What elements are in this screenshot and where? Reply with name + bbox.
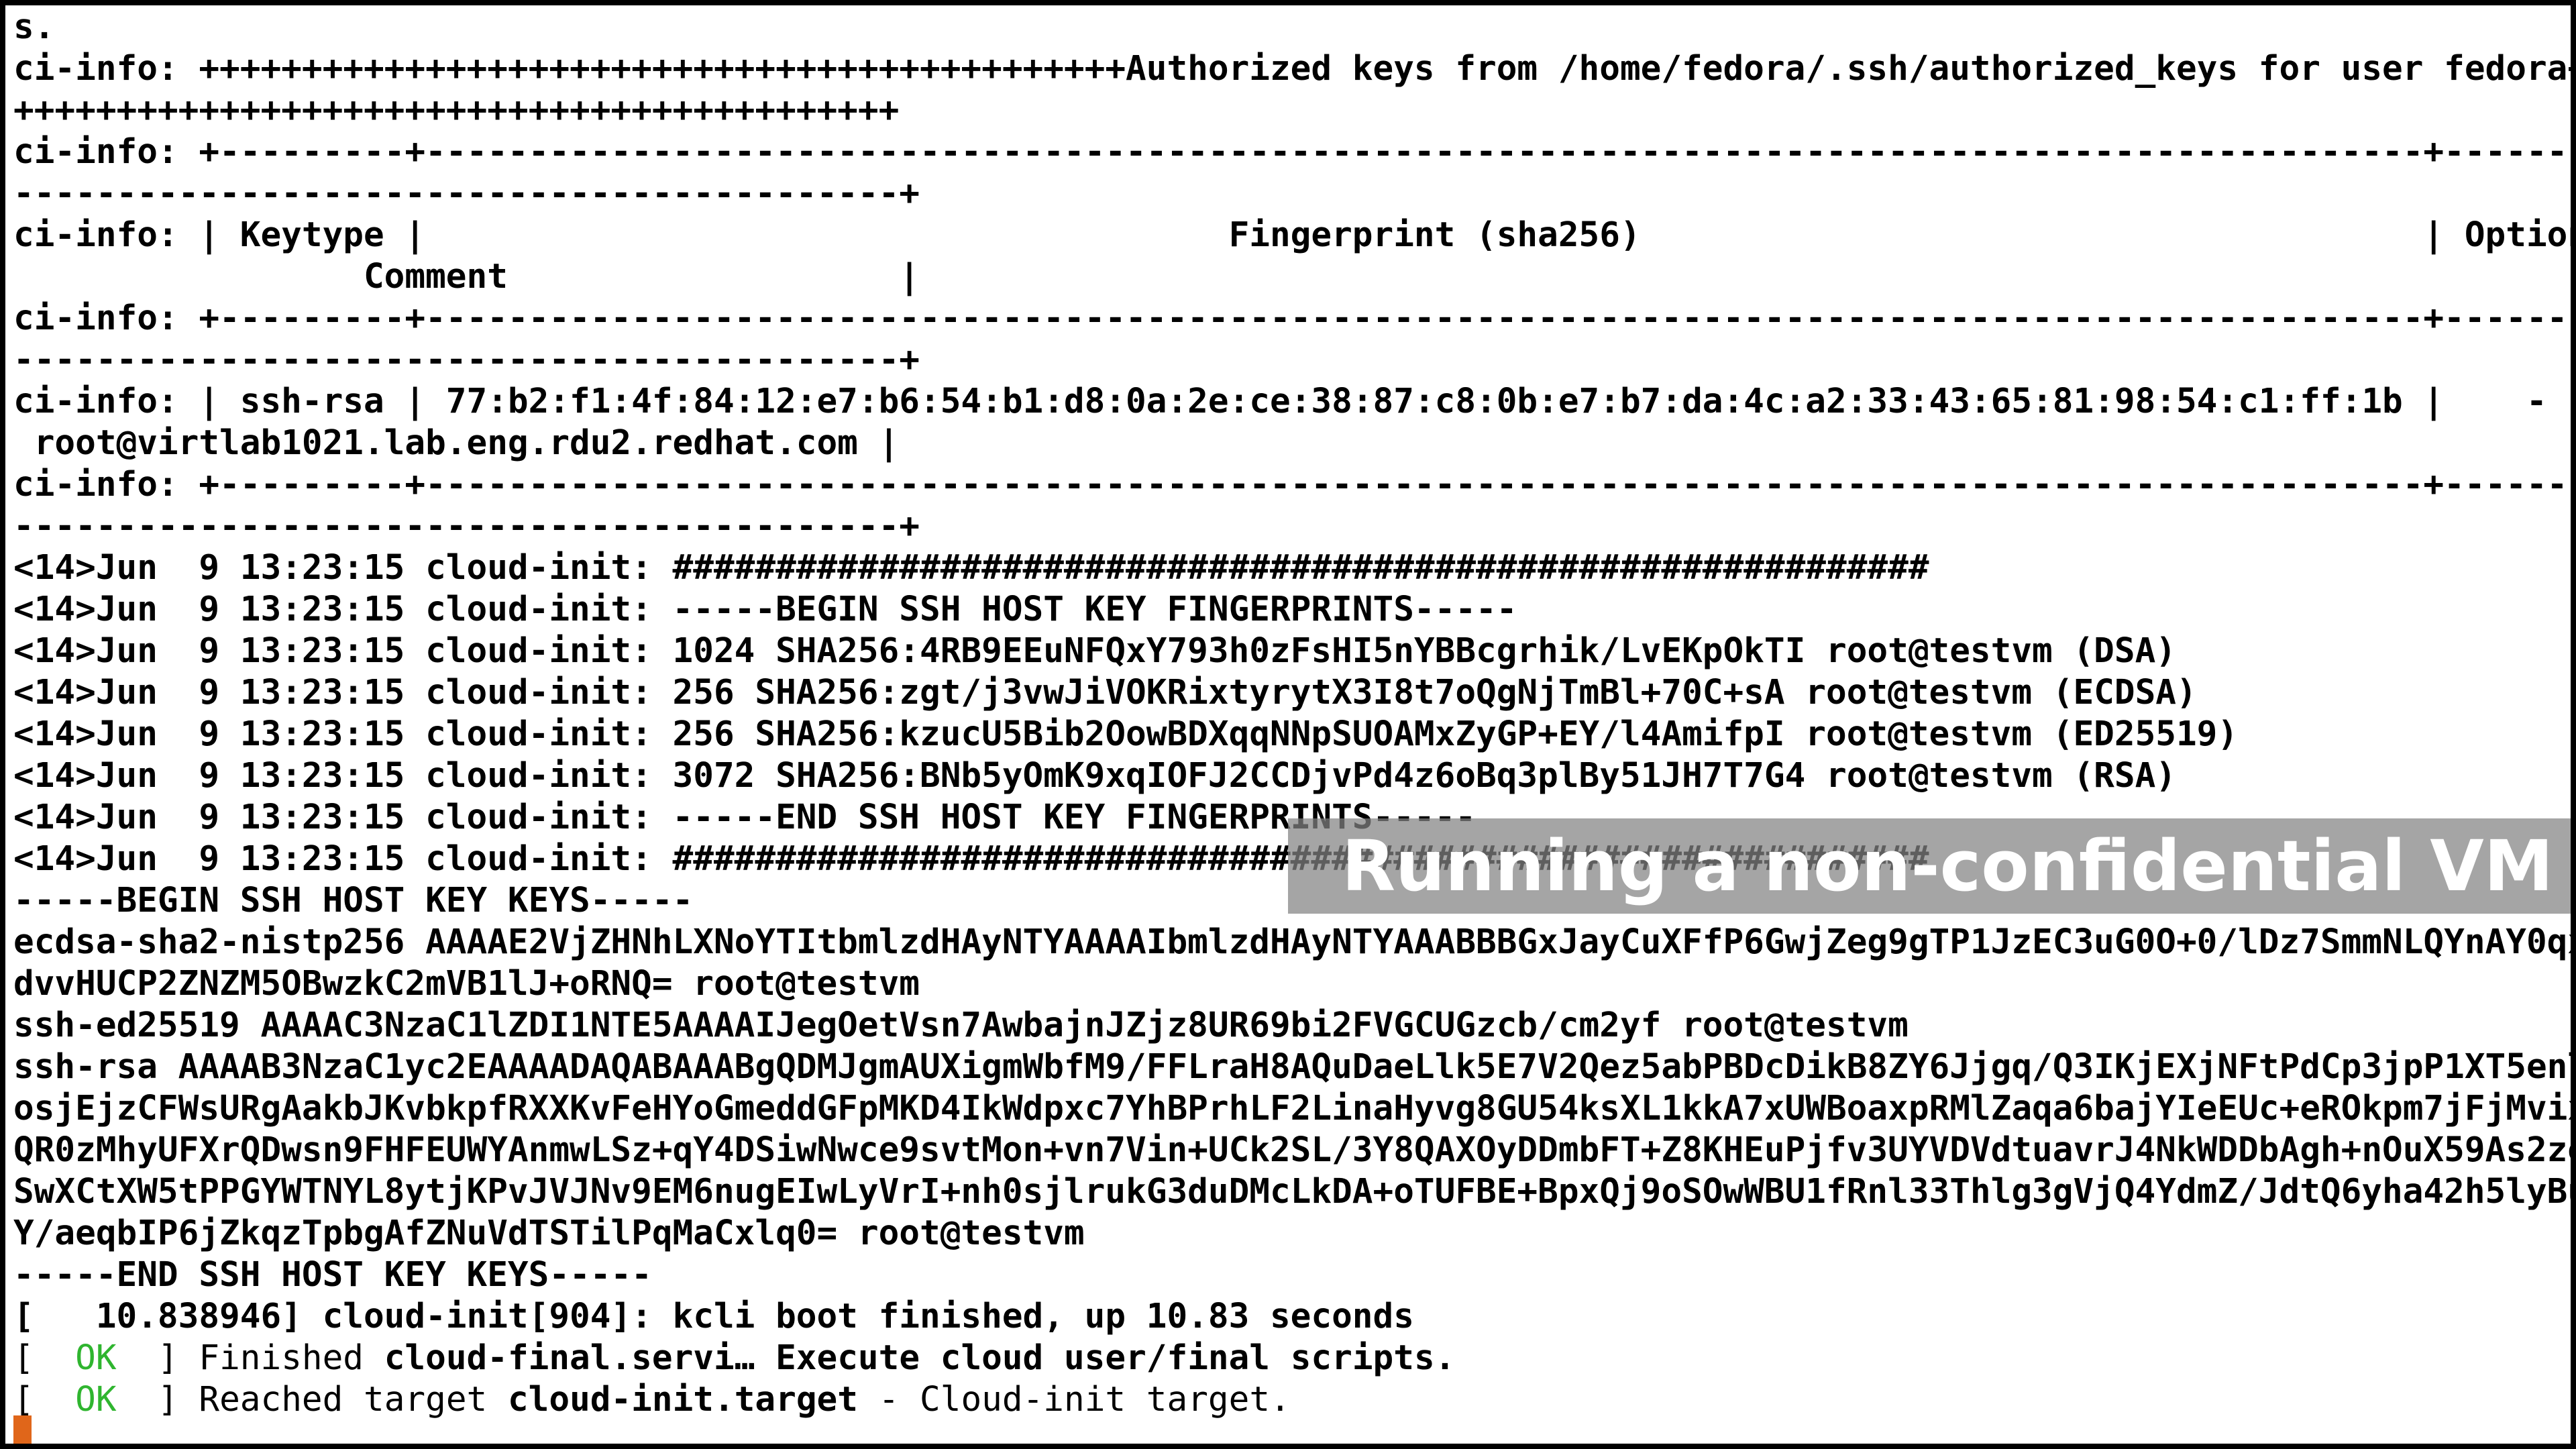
terminal-window[interactable]: s. ci-info: ++++++++++++++++++++++++++++… <box>5 5 2571 1444</box>
console-line: ----------------------------------------… <box>13 340 920 380</box>
status-bracket-close: ] <box>157 1380 199 1419</box>
status-bracket-close: ] <box>157 1338 199 1378</box>
console-line: -----END SSH HOST KEY KEYS----- <box>13 1255 652 1295</box>
console-line: <14>Jun 9 13:23:15 cloud-init: 256 SHA25… <box>13 673 2197 712</box>
console-line: dvvHUCP2ZNZM5OBwzkC2mVB1lJ+oRNQ= root@te… <box>13 964 920 1004</box>
console-line: Comment | <box>13 257 920 297</box>
console-line: [ 10.838946] cloud-init[904]: kcli boot … <box>13 1297 1414 1336</box>
status-verb: Reached target <box>199 1380 508 1419</box>
console-line: ci-info: | Keytype | Fingerprint (sha256… <box>13 215 2571 255</box>
console-line: ----------------------------------------… <box>13 174 920 213</box>
console-line: <14>Jun 9 13:23:15 cloud-init: -----BEGI… <box>13 590 1517 629</box>
console-line: ci-info: +---------+--------------------… <box>13 465 2571 504</box>
unit-description: - Cloud-init target. <box>857 1380 1291 1419</box>
unit-name: cloud-init.target <box>507 1380 858 1419</box>
console-line: ci-info: +---------+--------------------… <box>13 299 2571 338</box>
console-line: ci-info: +++++++++++++++++++++++++++++++… <box>13 49 2571 89</box>
console-line: <14>Jun 9 13:23:15 cloud-init: 256 SHA25… <box>13 714 2239 754</box>
ok-status: OK <box>34 1380 158 1419</box>
console-line: <14>Jun 9 13:23:15 cloud-init: 3072 SHA2… <box>13 756 2176 796</box>
console-line: osjEjzCFWsURgAakbJKvbkpfRXXKvFeHYoGmeddG… <box>13 1089 2571 1128</box>
video-caption-overlay: Running a non-confidential VM <box>1288 818 2571 914</box>
unit-name: cloud-final.servi… Execute cloud user/fi… <box>384 1338 1456 1378</box>
caption-title: Running a non-confidential VM <box>1342 825 2554 907</box>
console-line: QR0zMhyUFXrQDwsn9FHFEUWYAnmwLSz+qY4DSiwN… <box>13 1130 2571 1170</box>
console-line: ----------------------------------------… <box>13 506 920 546</box>
console-line: root@virtlab1021.lab.eng.rdu2.redhat.com… <box>13 423 900 463</box>
console-output: s. ci-info: ++++++++++++++++++++++++++++… <box>13 7 2571 1421</box>
terminal-cursor <box>13 1415 32 1444</box>
console-line: ++++++++++++++++++++++++++++++++++++++++… <box>13 91 900 130</box>
status-bracket-open: [ <box>13 1380 34 1419</box>
systemd-status-line: [ OK ] Finished cloud-final.servi… Execu… <box>13 1338 2571 1379</box>
console-line: Y/aeqbIP6jZkqzTpbgAfZNuVdTSTilPqMaCxlq0=… <box>13 1214 1085 1253</box>
console-line: ssh-ed25519 AAAAC3NzaC1lZDI1NTE5AAAAIJeg… <box>13 1006 1909 1045</box>
console-line: ci-info: +---------+--------------------… <box>13 132 2571 172</box>
console-line: ci-info: | ssh-rsa | 77:b2:f1:4f:84:12:e… <box>13 382 2571 421</box>
console-line: ssh-rsa AAAAB3NzaC1yc2EAAAADAQABAAABgQDM… <box>13 1047 2571 1087</box>
systemd-status-line: [ OK ] Reached target cloud-init.target … <box>13 1379 2571 1421</box>
console-line: SwXCtXW5tPPGYWTNYL8ytjKPvJVJNv9EM6nugEIw… <box>13 1172 2571 1212</box>
console-line: s. <box>13 7 55 47</box>
status-verb: Finished <box>199 1338 384 1378</box>
console-line: ecdsa-sha2-nistp256 AAAAE2VjZHNhLXNoYTIt… <box>13 922 2571 962</box>
ok-status: OK <box>34 1338 158 1378</box>
console-line: <14>Jun 9 13:23:15 cloud-init: #########… <box>13 548 1929 588</box>
status-bracket-open: [ <box>13 1338 34 1378</box>
console-line: <14>Jun 9 13:23:15 cloud-init: 1024 SHA2… <box>13 631 2176 671</box>
